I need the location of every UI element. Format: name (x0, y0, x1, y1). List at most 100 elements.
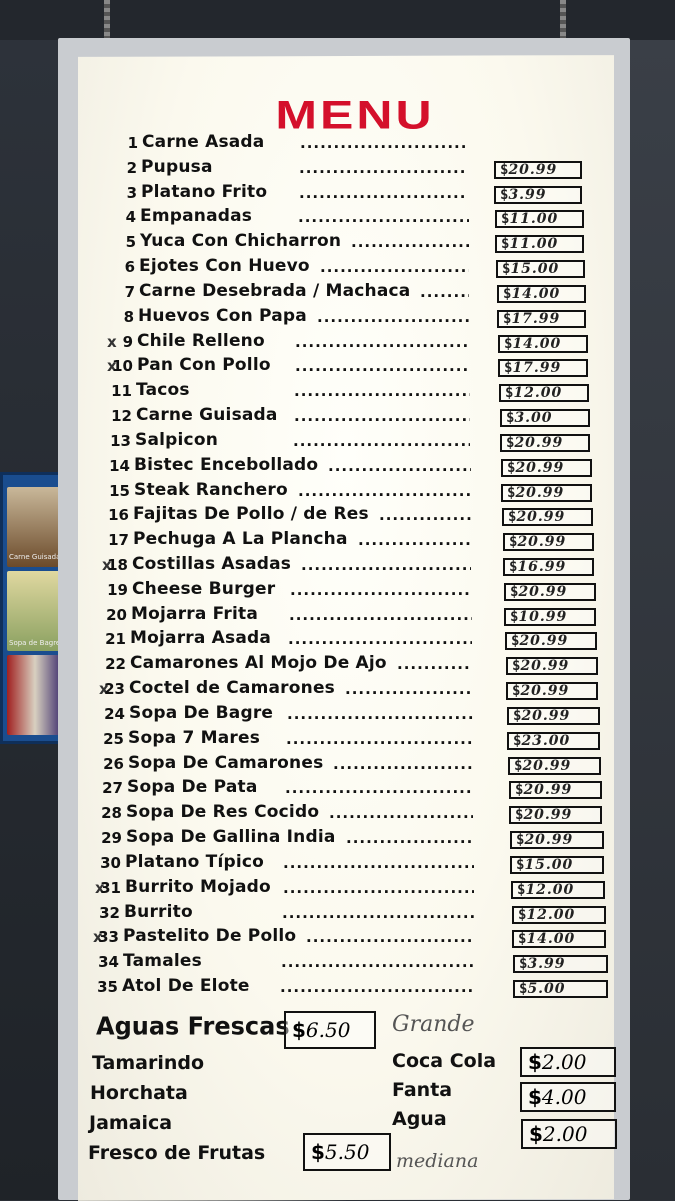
menu-item-name: Yuca Con Chicharron (140, 231, 342, 251)
menu-item-price: 20.99 (515, 460, 565, 476)
fanta-price-box: $4.00 (520, 1082, 616, 1112)
menu-item-name: Carne Asada (142, 132, 265, 152)
price-box: $23.00 (507, 732, 600, 750)
frutas-price-box: $5.50 (303, 1133, 391, 1171)
menu-item-number: 5 (125, 233, 136, 251)
menu-item-number: 1 (127, 134, 138, 152)
leader-dots: ........................................… (293, 432, 470, 450)
menu-item-price: 20.99 (520, 658, 570, 674)
aguas-price-box: $6.50 (284, 1011, 376, 1049)
menu-item-row: 4Empanadas..............................… (0, 206, 675, 230)
price-box: $20.99 (509, 781, 602, 799)
fresco-de-frutas: Fresco de Frutas (88, 1142, 266, 1164)
menu-item-name: Ejotes Con Huevo (139, 256, 310, 276)
menu-item-number: 10 (112, 357, 133, 375)
mediana-note: mediana (396, 1150, 479, 1172)
menu-item-row: 19 Cheese Burger.........................… (0, 579, 675, 603)
currency-sign: $ (292, 1018, 306, 1042)
menu-item-number: 13 (110, 432, 131, 450)
leader-dots: ........................................… (287, 705, 473, 723)
price-box: $14.00 (497, 285, 586, 303)
menu-item-row: 11Tacos.................................… (0, 380, 675, 404)
menu-item-price: 3.99 (527, 956, 566, 972)
menu-item-price: 12.00 (526, 907, 576, 923)
menu-item-name: Burrito (124, 902, 193, 922)
currency-sign: $ (529, 1122, 543, 1146)
menu-item-row: x 10 Pan Con Pollo........................… (0, 355, 675, 379)
menu-item-row: 5Yuca Con Chicharron....................… (0, 231, 675, 255)
leader-dots: ........................................… (285, 779, 473, 797)
menu-item-name: Salpicon (135, 430, 218, 450)
menu-item-name: Sopa De Camarones (128, 753, 324, 773)
menu-item-row: 3Platano Frito..........................… (0, 182, 675, 206)
menu-item-price: 20.99 (518, 584, 568, 600)
menu-item-name: Burrito Mojado (125, 877, 271, 897)
leader-dots: ........................................… (283, 854, 474, 872)
menu-item-row: 22Camarones Al Mojo De Ajo..............… (0, 653, 675, 677)
flavor-horchata: Horchata (90, 1082, 188, 1104)
menu-item-row: 17Pechuga A La Plancha..................… (0, 529, 675, 553)
leader-dots: ........................................… (358, 531, 471, 549)
menu-item-name: Pan Con Pollo (137, 355, 271, 375)
price-box: $15.00 (496, 260, 585, 278)
menu-item-row: 30 Platano Típico........................… (0, 852, 675, 876)
leader-dots: ........................................… (294, 382, 470, 400)
menu-item-number: 9 (122, 333, 133, 351)
menu-item-number: 22 (105, 655, 126, 673)
menu-item-price: 12.00 (525, 882, 575, 898)
menu-item-name: Sopa De Bagre (129, 703, 274, 723)
menu-item-price: 14.00 (511, 286, 561, 302)
leader-dots: ........................................… (295, 357, 470, 375)
price-box: $20.99 (494, 161, 582, 179)
menu-item-row: 12 Carne Guisada.........................… (0, 405, 675, 429)
currency-sign: $ (528, 1085, 542, 1109)
flavor-jamaica: Jamaica (89, 1112, 173, 1134)
price-box: $20.99 (510, 831, 604, 849)
menu-item-price: 20.99 (520, 683, 570, 699)
price-box: $16.99 (503, 558, 594, 576)
price-box: $20.99 (503, 533, 594, 551)
menu-item-number: 23 (104, 680, 125, 698)
leader-dots: ........................................… (290, 581, 472, 599)
menu-item-price: 12.00 (513, 385, 563, 401)
menu-item-number: 24 (104, 705, 125, 723)
menu-item-number: 33 (98, 928, 119, 946)
menu-item-price: 20.99 (523, 807, 573, 823)
menu-item-price: 11.00 (509, 211, 559, 227)
menu-item-row: x 23 Coctel de Camarones..................… (0, 678, 675, 702)
menu-item-price: 20.99 (516, 509, 566, 525)
menu-item-price: 14.00 (512, 336, 562, 352)
price-box: $12.00 (512, 906, 606, 924)
menu-item-row: 13Salpicon..............................… (0, 430, 675, 454)
menu-item-row: 15 Steak Ranchero........................… (0, 480, 675, 504)
menu-item-name: Sopa 7 Mares (128, 728, 261, 748)
leader-dots: ........................................… (351, 233, 469, 251)
frutas-price: 5.50 (324, 1140, 370, 1164)
leader-dots: ........................................… (320, 258, 469, 276)
price-box: $20.99 (504, 583, 596, 601)
menu-item-number: 31 (100, 879, 121, 897)
leader-dots: ........................................… (282, 904, 474, 922)
menu-item-name: Carne Guisada (136, 405, 278, 425)
menu-item-name: Huevos Con Papa (138, 306, 307, 326)
leader-dots: ........................................… (289, 606, 472, 624)
agua-price: 2.00 (542, 1122, 588, 1146)
leader-dots: ........................................… (328, 457, 471, 475)
menu-item-number: 26 (103, 755, 124, 773)
menu-item-name: Pupusa (141, 157, 213, 177)
menu-item-number: 27 (102, 779, 123, 797)
menu-item-price: 5.00 (527, 981, 566, 997)
menu-item-number: 17 (108, 531, 129, 549)
menu-item-row: x 31 Burrito Mojado.......................… (0, 877, 675, 901)
leader-dots: ........................................… (329, 804, 473, 822)
menu-item-name: Atol De Elote (122, 976, 250, 996)
menu-item-price: 3.00 (514, 410, 553, 426)
leader-dots: ........................................… (299, 184, 468, 202)
leader-dots: ........................................… (306, 928, 474, 946)
menu-item-name: Sopa De Res Cocido (126, 802, 320, 822)
price-box: $11.00 (495, 235, 584, 253)
leader-dots: ........................................… (294, 407, 470, 425)
leader-dots: ........................................… (280, 978, 475, 996)
price-box: $10.99 (504, 608, 596, 626)
agua-price-box: $2.00 (521, 1119, 617, 1149)
